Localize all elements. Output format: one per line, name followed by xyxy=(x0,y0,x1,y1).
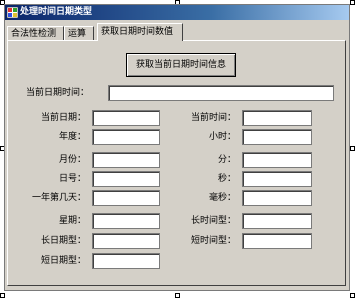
hour-label: 小时： xyxy=(208,132,236,142)
second-field[interactable] xyxy=(242,171,312,187)
minute-field[interactable] xyxy=(242,152,312,168)
tab-get-datetime-values[interactable]: 获取日期时间数值 xyxy=(97,23,183,41)
millisecond-label: 毫秒： xyxy=(208,193,236,203)
current-datetime-label: 当前日期时间： xyxy=(26,88,90,98)
current-time-label: 当前时间： xyxy=(190,113,236,123)
long-date-field[interactable] xyxy=(92,233,160,249)
resize-handle-bottom-left[interactable] xyxy=(0,293,5,298)
day-of-year-field[interactable] xyxy=(92,190,160,206)
short-date-field[interactable] xyxy=(92,253,160,269)
second-label: 秒： xyxy=(217,174,236,184)
current-date-label: 当前日期： xyxy=(40,113,86,123)
tab-operations[interactable]: 运算 xyxy=(64,26,94,40)
day-of-year-label: 一年第几天： xyxy=(31,193,86,203)
window-title: 处理时间日期类型 xyxy=(20,7,93,17)
long-time-label: 长时间型： xyxy=(190,216,236,226)
hour-field[interactable] xyxy=(242,129,312,145)
minute-label: 分： xyxy=(217,155,236,165)
tab-strip: 合法性检测 运算 获取日期时间数值 xyxy=(7,22,347,41)
resize-handle-middle-right[interactable] xyxy=(350,146,355,151)
day-field[interactable] xyxy=(92,171,160,187)
app-icon xyxy=(6,6,19,19)
main-window: 处理时间日期类型 合法性检测 运算 获取日期时间数值 获取当前日期时间信息 当前… xyxy=(4,4,350,291)
current-datetime-field[interactable] xyxy=(108,85,334,101)
short-date-label: 短日期型： xyxy=(40,256,86,266)
current-date-field[interactable] xyxy=(92,110,160,126)
short-time-field[interactable] xyxy=(242,233,312,249)
current-time-field[interactable] xyxy=(242,110,312,126)
millisecond-field[interactable] xyxy=(242,190,312,206)
month-field[interactable] xyxy=(92,152,160,168)
month-label: 月份： xyxy=(58,155,86,165)
resize-handle-top-right[interactable] xyxy=(350,0,355,5)
get-current-datetime-button[interactable]: 获取当前日期时间信息 xyxy=(126,53,236,77)
resize-handle-bottom-center[interactable] xyxy=(175,293,180,298)
title-bar[interactable]: 处理时间日期类型 xyxy=(5,5,349,20)
year-label: 年度： xyxy=(58,132,86,142)
long-date-label: 长日期型： xyxy=(40,236,86,246)
weekday-field[interactable] xyxy=(92,213,160,229)
long-time-field[interactable] xyxy=(242,213,312,229)
tab-validity-check[interactable]: 合法性检测 xyxy=(7,26,64,40)
day-label: 日号： xyxy=(58,174,86,184)
year-field[interactable] xyxy=(92,129,160,145)
short-time-label: 短时间型： xyxy=(190,236,236,246)
tab-panel-get-datetime: 获取当前日期时间信息 当前日期时间： 当前日期： 年度： 月份： 日号： 一年第… xyxy=(7,40,346,286)
weekday-label: 星期： xyxy=(58,216,86,226)
resize-handle-bottom-right[interactable] xyxy=(350,293,355,298)
